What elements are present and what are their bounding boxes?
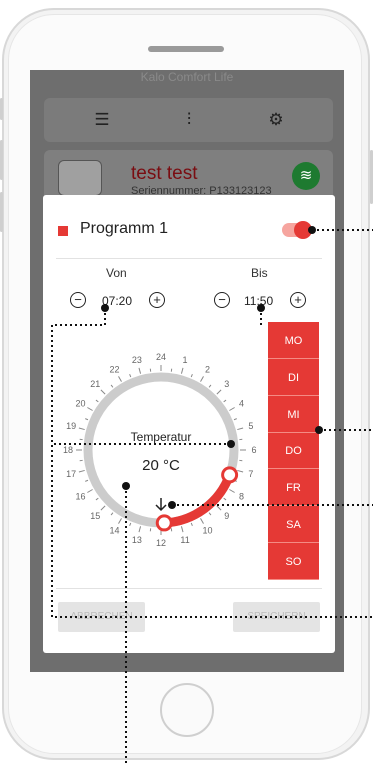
annotation-overlay	[51, 226, 373, 763]
